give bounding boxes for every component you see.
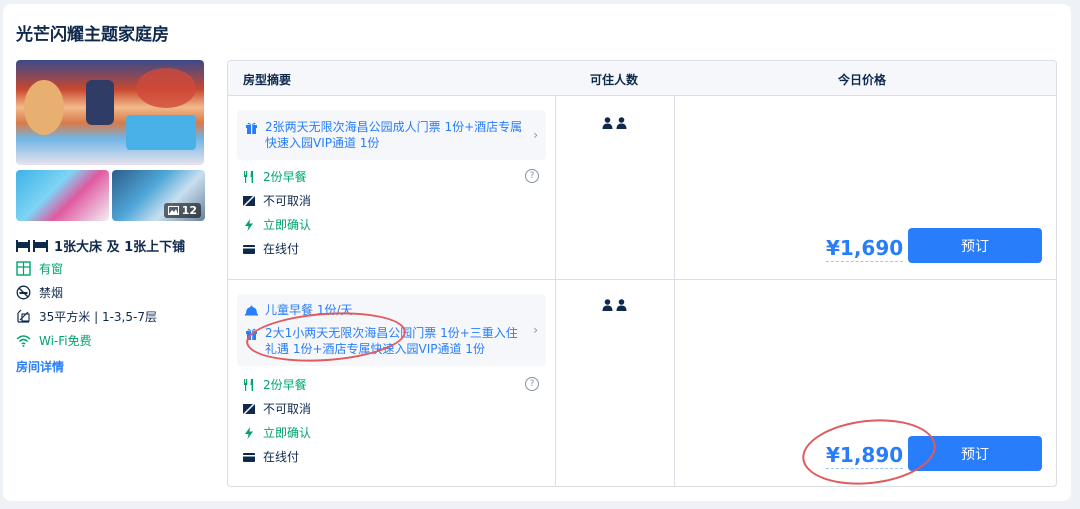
room-thumbnail-more[interactable]: 12 xyxy=(112,170,205,221)
price: ¥1,890 xyxy=(826,443,904,469)
help-icon[interactable]: ? xyxy=(525,377,539,391)
person-icon xyxy=(616,117,627,129)
room-main-photo[interactable] xyxy=(16,60,204,165)
person-icon xyxy=(602,117,613,129)
room-thumbnail[interactable] xyxy=(16,170,109,221)
window-icon xyxy=(16,261,31,276)
table-header: 房型摘要 可住人数 今日价格 xyxy=(228,61,1056,96)
room-details-link[interactable]: 房间详情 xyxy=(16,358,64,375)
confirm-info: 立即确认 xyxy=(243,424,311,441)
header-summary: 房型摘要 xyxy=(243,73,292,87)
fork-knife-icon xyxy=(244,170,253,183)
room-title: 光芒闪耀主题家庭房 xyxy=(16,25,169,45)
lightning-icon xyxy=(245,218,253,231)
column-divider xyxy=(555,96,556,486)
rate-table: 房型摘要 可住人数 今日价格 2张两天无限次海昌公园成人门票 1份+酒店专属快速… xyxy=(227,60,1057,487)
area-icon xyxy=(17,309,30,323)
header-guests: 可住人数 xyxy=(590,73,639,87)
payment-info: 在线付 xyxy=(243,240,299,257)
cloche-icon xyxy=(245,305,258,316)
confirm-info: 立即确认 xyxy=(243,216,311,233)
chevron-right-icon: › xyxy=(533,323,538,337)
person-icon xyxy=(602,299,613,311)
package-box[interactable]: 2张两天无限次海昌公园成人门票 1份+酒店专属快速入园VIP通道 1份 › xyxy=(237,110,546,160)
guest-capacity xyxy=(602,117,627,129)
bed-info: 1张大床 及 1张上下铺 xyxy=(16,236,185,255)
bed-text: 1张大床 及 1张上下铺 xyxy=(54,240,186,255)
package-item: 2张两天无限次海昌公园成人门票 1份+酒店专属快速入园VIP通道 1份 xyxy=(245,119,525,151)
gift-icon xyxy=(246,122,257,134)
image-icon xyxy=(167,206,179,215)
bed-icon xyxy=(16,240,48,252)
photo-count-badge: 12 xyxy=(163,203,201,218)
cancel-info: 不可取消 xyxy=(243,192,311,209)
breakfast-info: 2份早餐 xyxy=(243,168,307,185)
no-smoking-icon xyxy=(16,285,31,300)
cancel-info: 不可取消 xyxy=(243,400,311,417)
person-icon xyxy=(616,299,627,311)
breakfast-info: 2份早餐 xyxy=(243,376,307,393)
lightning-icon xyxy=(245,426,253,439)
package-box[interactable]: 儿童早餐 1份/天 2大1小两天无限次海昌公园门票 1份+三重入住礼遇 1份+酒… xyxy=(237,294,546,366)
wifi-icon xyxy=(16,335,31,347)
no-cancel-icon xyxy=(243,402,255,415)
feature-area: 35平方米 | 1-3,5-7层 xyxy=(16,308,157,325)
chevron-right-icon: › xyxy=(533,128,538,142)
row-divider xyxy=(228,279,1056,280)
feature-window: 有窗 xyxy=(16,260,63,277)
card-icon xyxy=(243,452,255,462)
photo-count: 12 xyxy=(181,204,197,217)
gift-icon xyxy=(246,328,257,340)
book-button[interactable]: 预订 xyxy=(908,436,1042,471)
feature-no-smoking: 禁烟 xyxy=(16,284,63,301)
book-button[interactable]: 预订 xyxy=(908,228,1042,263)
column-divider xyxy=(674,96,675,486)
package-item: 2大1小两天无限次海昌公园门票 1份+三重入住礼遇 1份+酒店专属快速入园VIP… xyxy=(245,325,525,357)
feature-wifi: Wi-Fi免费 xyxy=(16,332,92,349)
no-cancel-icon xyxy=(243,194,255,207)
fork-knife-icon xyxy=(244,378,253,391)
payment-info: 在线付 xyxy=(243,448,299,465)
card-icon xyxy=(243,244,255,254)
price: ¥1,690 xyxy=(826,236,904,262)
kids-breakfast-item: 儿童早餐 1份/天 xyxy=(245,302,525,318)
help-icon[interactable]: ? xyxy=(525,169,539,183)
guest-capacity xyxy=(602,299,627,311)
header-price: 今日价格 xyxy=(838,73,887,87)
